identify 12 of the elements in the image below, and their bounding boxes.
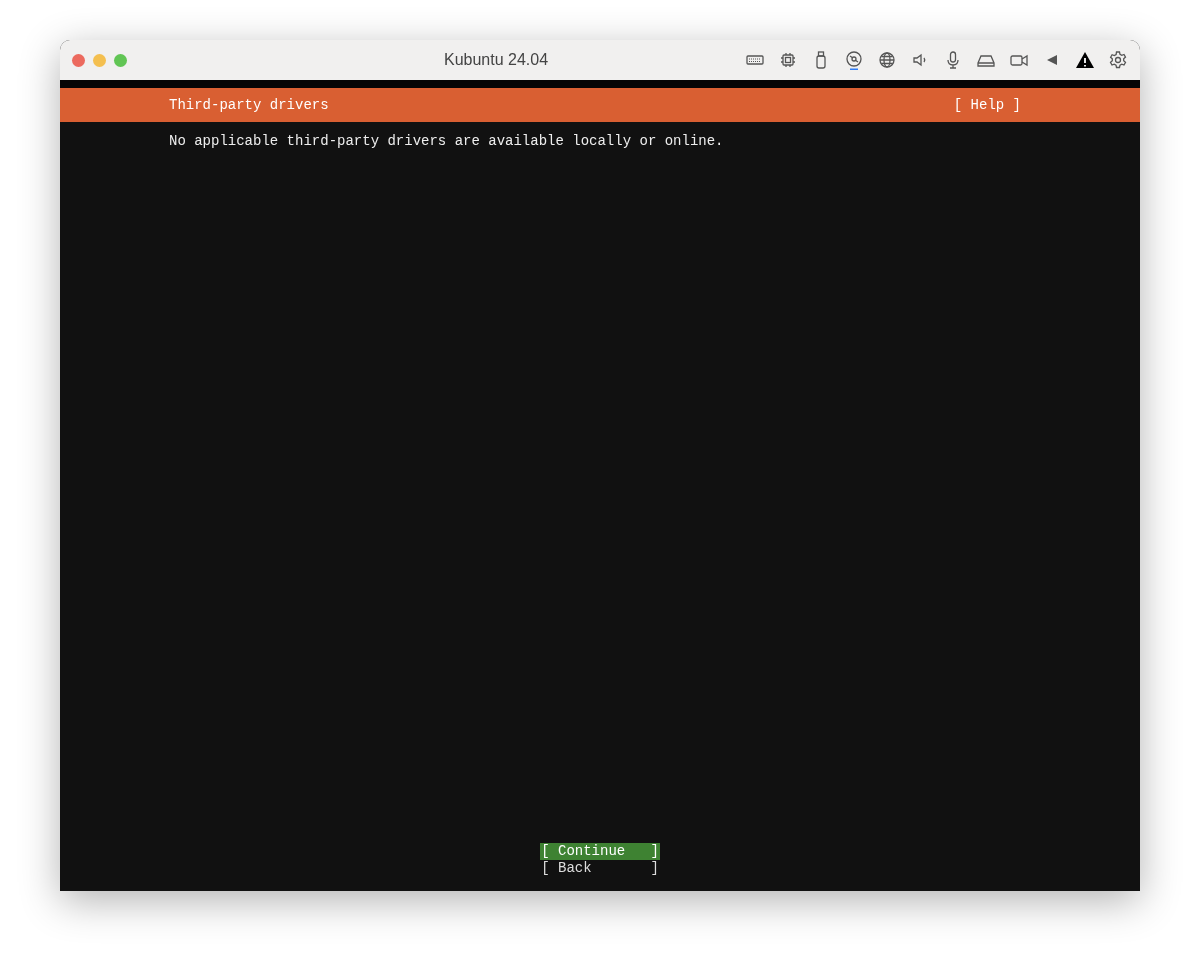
close-button[interactable] <box>72 53 85 67</box>
help-link[interactable]: [ Help ] <box>953 94 1021 116</box>
chip-icon[interactable] <box>778 50 798 70</box>
disc-icon[interactable] <box>844 50 864 70</box>
menu-button[interactable]: [ Back ] <box>540 860 660 877</box>
window-title: Kubuntu 24.04 <box>442 50 550 70</box>
warning-icon[interactable] <box>1075 50 1095 70</box>
menu-button[interactable]: [ Continue ] <box>540 843 660 860</box>
screen-title: Third-party drivers <box>169 95 329 115</box>
settings-icon[interactable] <box>1108 50 1128 70</box>
globe-icon[interactable] <box>877 50 897 70</box>
message-text: No applicable third-party drivers are available locally or online. <box>168 132 725 151</box>
